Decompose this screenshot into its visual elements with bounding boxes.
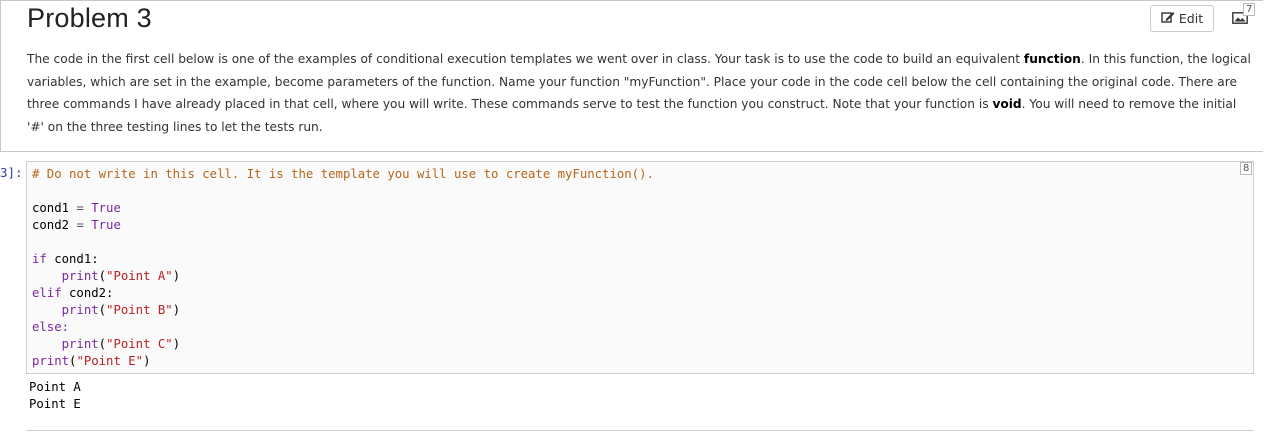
code-comment: # Do not write in this cell. It is the t… bbox=[32, 167, 654, 181]
edit-label: Edit bbox=[1178, 11, 1204, 26]
edit-icon bbox=[1161, 11, 1175, 27]
problem-description: The code in the first cell below is one … bbox=[27, 52, 1251, 135]
cell-output: Point A Point E bbox=[29, 379, 81, 413]
input-prompt: 3]: bbox=[0, 165, 23, 180]
cell-number-badge: 7 bbox=[1243, 3, 1256, 16]
bold-void: void bbox=[992, 97, 1022, 112]
code-cell[interactable]: # Do not write in this cell. It is the t… bbox=[26, 161, 1254, 374]
bold-function: function bbox=[1023, 52, 1081, 66]
problem-title: Problem 3 bbox=[27, 3, 152, 33]
code-editor[interactable]: # Do not write in this cell. It is the t… bbox=[32, 166, 654, 370]
output-line: Point E bbox=[29, 397, 81, 411]
code-cell-number-badge: 8 bbox=[1240, 162, 1253, 175]
output-line: Point A bbox=[29, 380, 81, 394]
markdown-cell[interactable]: Problem 3 The code in the first cell bel… bbox=[0, 0, 1263, 152]
edit-button[interactable]: Edit bbox=[1150, 5, 1214, 32]
